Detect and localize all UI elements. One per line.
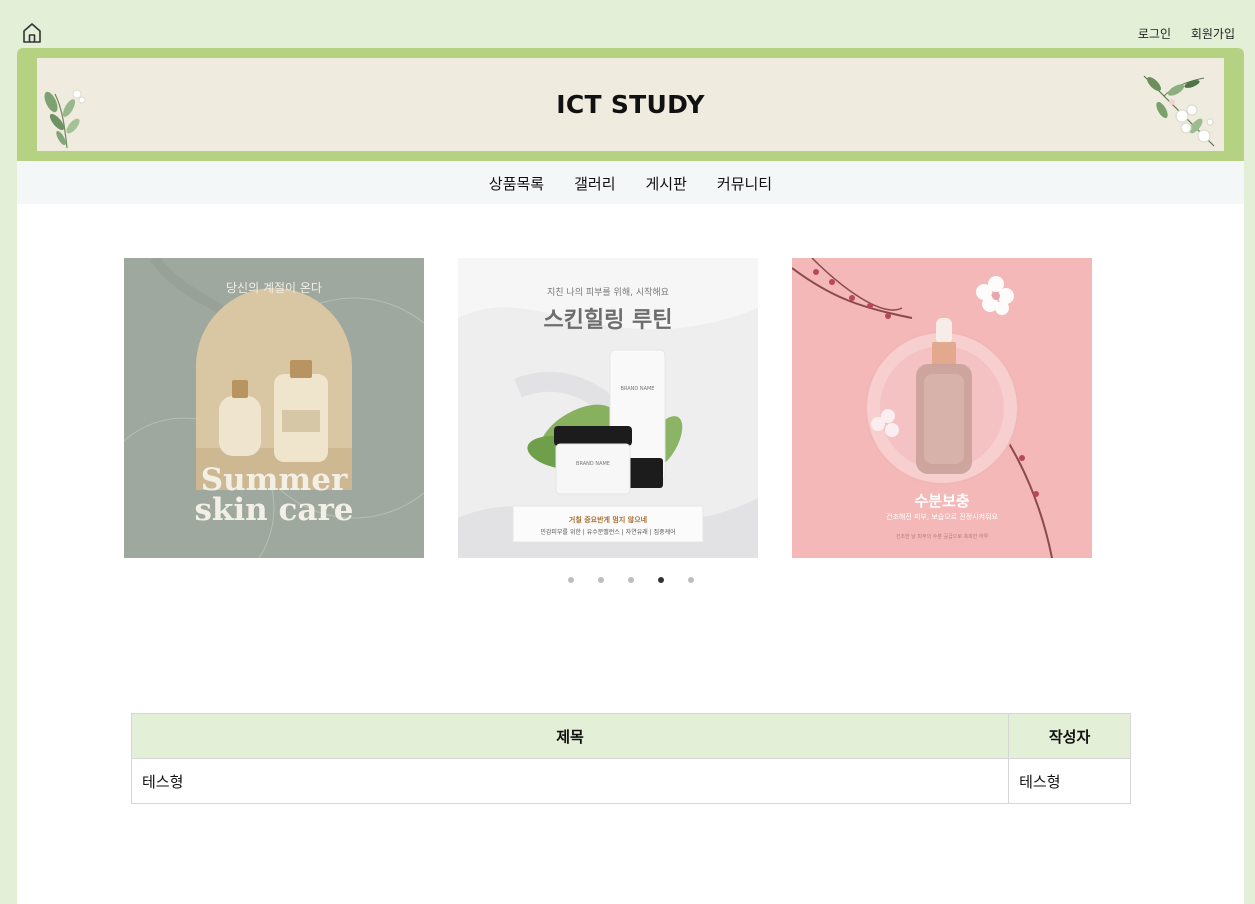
cell-writer: 테스형: [1008, 758, 1131, 804]
slide-box-line2: 민감피부를 위한 | 유수분밸런스 | 자연유래 | 집중케어: [540, 529, 676, 536]
top-bar: 로그인 회원가입: [0, 0, 1255, 48]
nav-items: 상품목록 갤러리 게시판 커뮤니티: [489, 173, 772, 194]
signup-link[interactable]: 회원가입: [1191, 27, 1235, 41]
column-header-writer: 작성자: [1008, 713, 1131, 759]
slide-box-line1: 거칠 증요반게 멈지 않으네: [568, 516, 648, 524]
flower-branch-illustration: [1143, 75, 1215, 147]
nav-item-gallery[interactable]: 갤러리: [574, 173, 615, 194]
table-header-row: 제목 작성자: [130, 713, 1131, 759]
board-table: 제목 작성자 테스형 테스형: [130, 713, 1131, 804]
slide-summer-skin-care[interactable]: 당신의 계절이 온다 Summer skin care: [124, 258, 424, 558]
slide-subline: 건조해진 피부, 보습으로 진정시켜줘요: [886, 513, 998, 521]
slide-skin-healing-routine[interactable]: 지친 나의 피부를 위해, 시작해요 스킨힐링 루틴 BRAND NAME BR…: [458, 258, 758, 558]
login-link[interactable]: 로그인: [1138, 27, 1171, 41]
slider-dot-3[interactable]: [628, 577, 634, 583]
slide-headline: 스킨힐링 루틴: [543, 308, 673, 333]
nav-item-community[interactable]: 커뮤니티: [717, 173, 772, 194]
slide-script-top: 지친 나의 피부를 위해, 시작해요: [547, 288, 669, 298]
slide-caption-line2: skin care: [194, 492, 354, 528]
nav-item-board[interactable]: 게시판: [646, 173, 687, 194]
site-title[interactable]: ICT STUDY: [37, 58, 1224, 151]
home-icon[interactable]: [22, 22, 42, 44]
image-slider: 당신의 계절이 온다 Summer skin care 지친 나의 피부를 위해…: [124, 258, 1092, 558]
brand-name-label-jar: BRAND NAME: [576, 461, 610, 467]
slider-dot-2[interactable]: [598, 577, 604, 583]
header-banner-inner: ICT STUDY: [37, 58, 1224, 151]
slider-dot-1[interactable]: [568, 577, 574, 583]
slider-dot-5[interactable]: [688, 577, 694, 583]
column-header-title: 제목: [130, 713, 1010, 759]
slide-footnote: 건조한 날 피부의 수분 공급으로 촉촉한 하루: [895, 534, 989, 540]
slide-caption-top: 당신의 계절이 온다: [226, 281, 322, 295]
cell-title[interactable]: 테스형: [130, 758, 1010, 804]
header-banner: ICT STUDY: [17, 48, 1244, 161]
slide-moisture-care[interactable]: 수분보충 건조해진 피부, 보습으로 진정시켜줘요 건조한 날 피부의 수분 공…: [792, 258, 1092, 558]
nav-item-products[interactable]: 상품목록: [489, 173, 544, 194]
slide-headline: 수분보충: [914, 492, 970, 510]
slider-dot-4[interactable]: [658, 577, 664, 583]
slider-dots: [550, 577, 694, 583]
table-row[interactable]: 테스형 테스형: [130, 758, 1131, 804]
brand-name-label-tube: BRAND NAME: [620, 386, 655, 392]
main-nav: 상품목록 갤러리 게시판 커뮤니티: [17, 161, 1244, 204]
auth-links: 로그인 회원가입: [1122, 25, 1235, 42]
